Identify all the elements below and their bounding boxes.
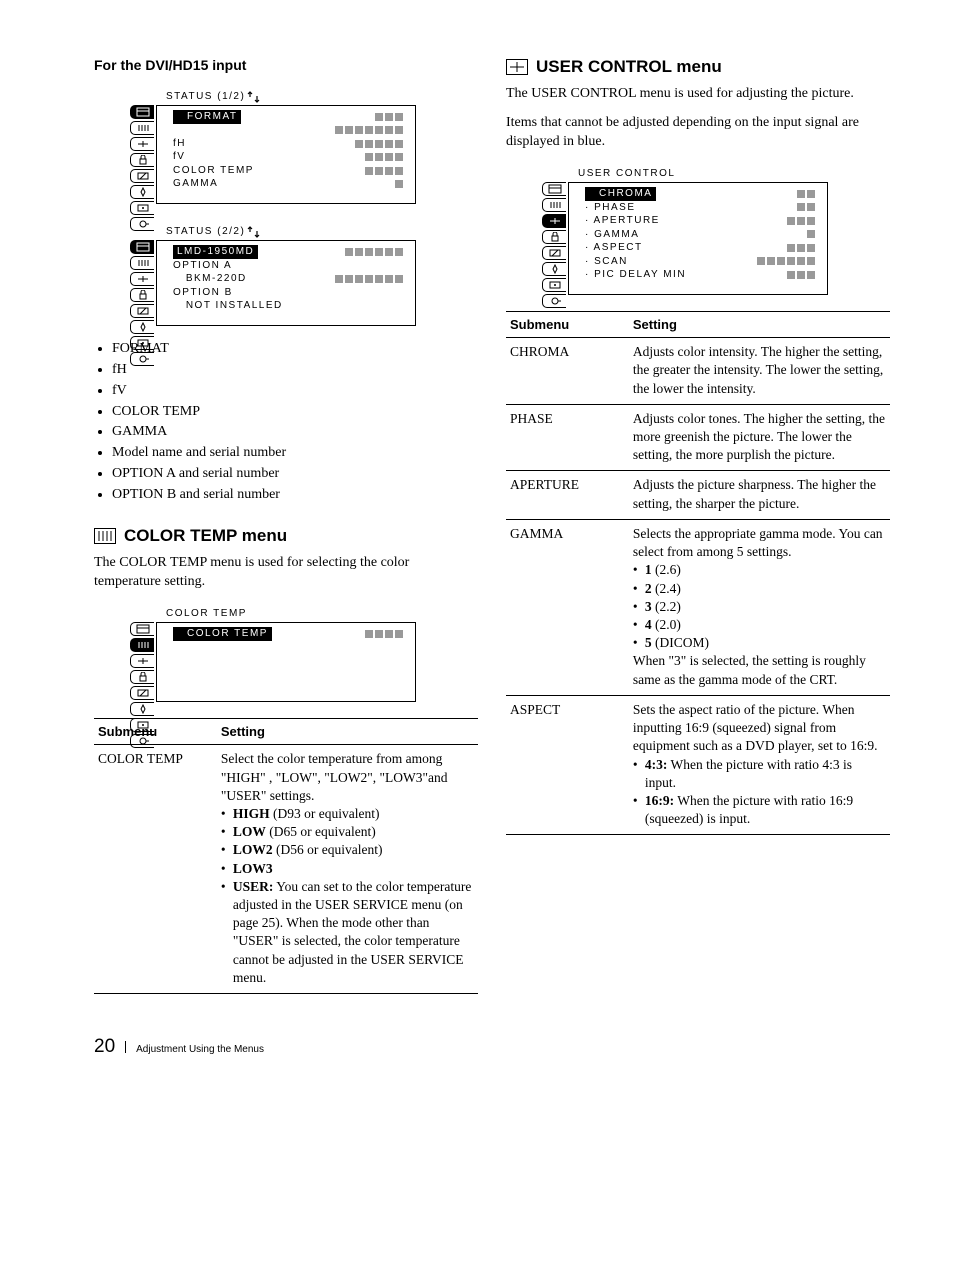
osd-row: · GAMMA	[575, 228, 821, 242]
list-item: GAMMA	[112, 423, 478, 442]
osd-tab-icon	[130, 121, 154, 135]
list-item: fV	[112, 382, 478, 401]
osd-status-1of2: STATUS (1/2) FORMAT fHfVCOLOR TEMPGAMMA	[156, 87, 416, 204]
table-user-control: Submenu Setting CHROMA Adjusts color int…	[506, 311, 890, 836]
osd-tab-icon	[542, 230, 566, 244]
user-control-intro-2: Items that cannot be adjusted depending …	[506, 114, 890, 152]
osd-tab-icon	[542, 246, 566, 260]
osd-color-temp: COLOR TEMP COLOR TEMP	[156, 604, 416, 702]
th-setting: Setting	[629, 311, 890, 338]
color-bars-icon	[94, 528, 116, 544]
osd-tab-icon	[130, 352, 154, 366]
osd-tab-icon	[130, 638, 154, 652]
heading-dvi-hd15: For the DVI/HD15 input	[94, 56, 478, 75]
osd-tab-icon	[130, 185, 154, 199]
osd-tab-icon	[130, 240, 154, 254]
osd-user-control: USER CONTROL CHROMA· PHASE· APERTURE· GA…	[568, 164, 828, 295]
osd-tab-icon	[130, 169, 154, 183]
osd-tab-icon	[130, 137, 154, 151]
osd-tab-icon	[542, 262, 566, 276]
osd-tab-sidebar	[542, 182, 566, 308]
osd-tab-icon	[130, 702, 154, 716]
list-item: fH	[112, 361, 478, 380]
osd-tab-icon	[130, 272, 154, 286]
osd-tab-icon	[542, 214, 566, 228]
osd-tab-icon	[130, 320, 154, 334]
up-down-arrows-icon	[247, 226, 261, 238]
osd-row: COLOR TEMP	[163, 164, 409, 178]
osd-row: OPTION A	[163, 259, 409, 273]
osd-row	[163, 124, 409, 137]
list-item: FORMAT	[112, 340, 478, 359]
user-control-intro-1: The USER CONTROL menu is used for adjust…	[506, 85, 890, 104]
sliders-icon	[506, 59, 528, 75]
table-row: PHASE Adjusts color tones. The higher th…	[506, 404, 890, 471]
heading-color-temp-menu: COLOR TEMP menu	[94, 525, 478, 548]
th-submenu: Submenu	[506, 311, 629, 338]
osd-tab-sidebar	[130, 105, 154, 231]
table-row: COLOR TEMP Select the color temperature …	[94, 745, 478, 994]
osd-title: STATUS (1/2)	[166, 90, 245, 104]
osd-tab-icon	[130, 304, 154, 318]
osd-tab-icon	[130, 670, 154, 684]
table-row: CHROMA Adjusts color intensity. The high…	[506, 338, 890, 405]
osd-row: COLOR TEMP	[163, 627, 409, 641]
osd-tab-sidebar	[130, 240, 154, 366]
osd-row: CHROMA	[575, 187, 821, 201]
cell-setting: Select the color temperature from among …	[217, 745, 478, 994]
osd-tab-icon	[130, 622, 154, 636]
th-submenu: Submenu	[94, 718, 217, 745]
osd-tab-icon	[130, 105, 154, 119]
osd-row: fH	[163, 137, 409, 151]
page-footer: 20 Adjustment Using the Menus	[0, 1034, 954, 1060]
table-row: GAMMA Selects the appropriate gamma mode…	[506, 519, 890, 695]
osd-row: OPTION B	[163, 286, 409, 300]
list-item: Model name and serial number	[112, 444, 478, 463]
osd-row: · APERTURE	[575, 214, 821, 228]
list-item: OPTION A and serial number	[112, 465, 478, 484]
osd-tab-icon	[130, 201, 154, 215]
osd-title: STATUS (2/2)	[166, 225, 245, 239]
color-temp-intro: The COLOR TEMP menu is used for selectin…	[94, 554, 478, 592]
osd-tab-icon	[542, 294, 566, 308]
osd-tab-icon	[130, 153, 154, 167]
osd-tab-icon	[130, 718, 154, 732]
osd-tab-icon	[542, 198, 566, 212]
up-down-arrows-icon	[247, 91, 261, 103]
osd-tab-icon	[130, 217, 154, 231]
osd-tab-icon	[130, 288, 154, 302]
osd-row: GAMMA	[163, 177, 409, 191]
table-row: ASPECT Sets the aspect ratio of the pict…	[506, 695, 890, 835]
osd-row: · SCAN	[575, 255, 821, 269]
osd-tab-icon	[130, 256, 154, 270]
page-number: 20	[94, 1034, 115, 1060]
osd-tab-icon	[542, 182, 566, 196]
footer-section: Adjustment Using the Menus	[136, 1043, 264, 1057]
osd-title: COLOR TEMP	[166, 607, 247, 621]
osd-row: · PHASE	[575, 201, 821, 215]
osd-row: · ASPECT	[575, 241, 821, 255]
osd-tab-icon	[130, 686, 154, 700]
osd-row: BKM-220D	[163, 272, 409, 286]
osd-tab-icon	[542, 278, 566, 292]
osd-status-2of2: STATUS (2/2) LMD-1950MDOPTION A BKM-220D…	[156, 222, 416, 326]
th-setting: Setting	[217, 718, 478, 745]
table-row: APERTURE Adjusts the picture sharpness. …	[506, 471, 890, 519]
osd-tab-icon	[130, 734, 154, 748]
osd-row: · PIC DELAY MIN	[575, 268, 821, 282]
osd-row: LMD-1950MD	[163, 245, 409, 259]
osd-title: USER CONTROL	[578, 167, 675, 181]
table-color-temp: Submenu Setting COLOR TEMP Select the co…	[94, 718, 478, 994]
list-item: OPTION B and serial number	[112, 486, 478, 505]
osd-tab-icon	[130, 654, 154, 668]
osd-row: NOT INSTALLED	[163, 299, 409, 313]
osd-tab-icon	[130, 336, 154, 350]
osd-row: FORMAT	[163, 110, 409, 124]
heading-user-control-menu: USER CONTROL menu	[506, 56, 890, 79]
footer-divider	[125, 1041, 126, 1053]
list-item: COLOR TEMP	[112, 403, 478, 422]
cell-submenu-name: COLOR TEMP	[94, 745, 217, 994]
osd-tab-sidebar	[130, 622, 154, 748]
osd-row: fV	[163, 150, 409, 164]
